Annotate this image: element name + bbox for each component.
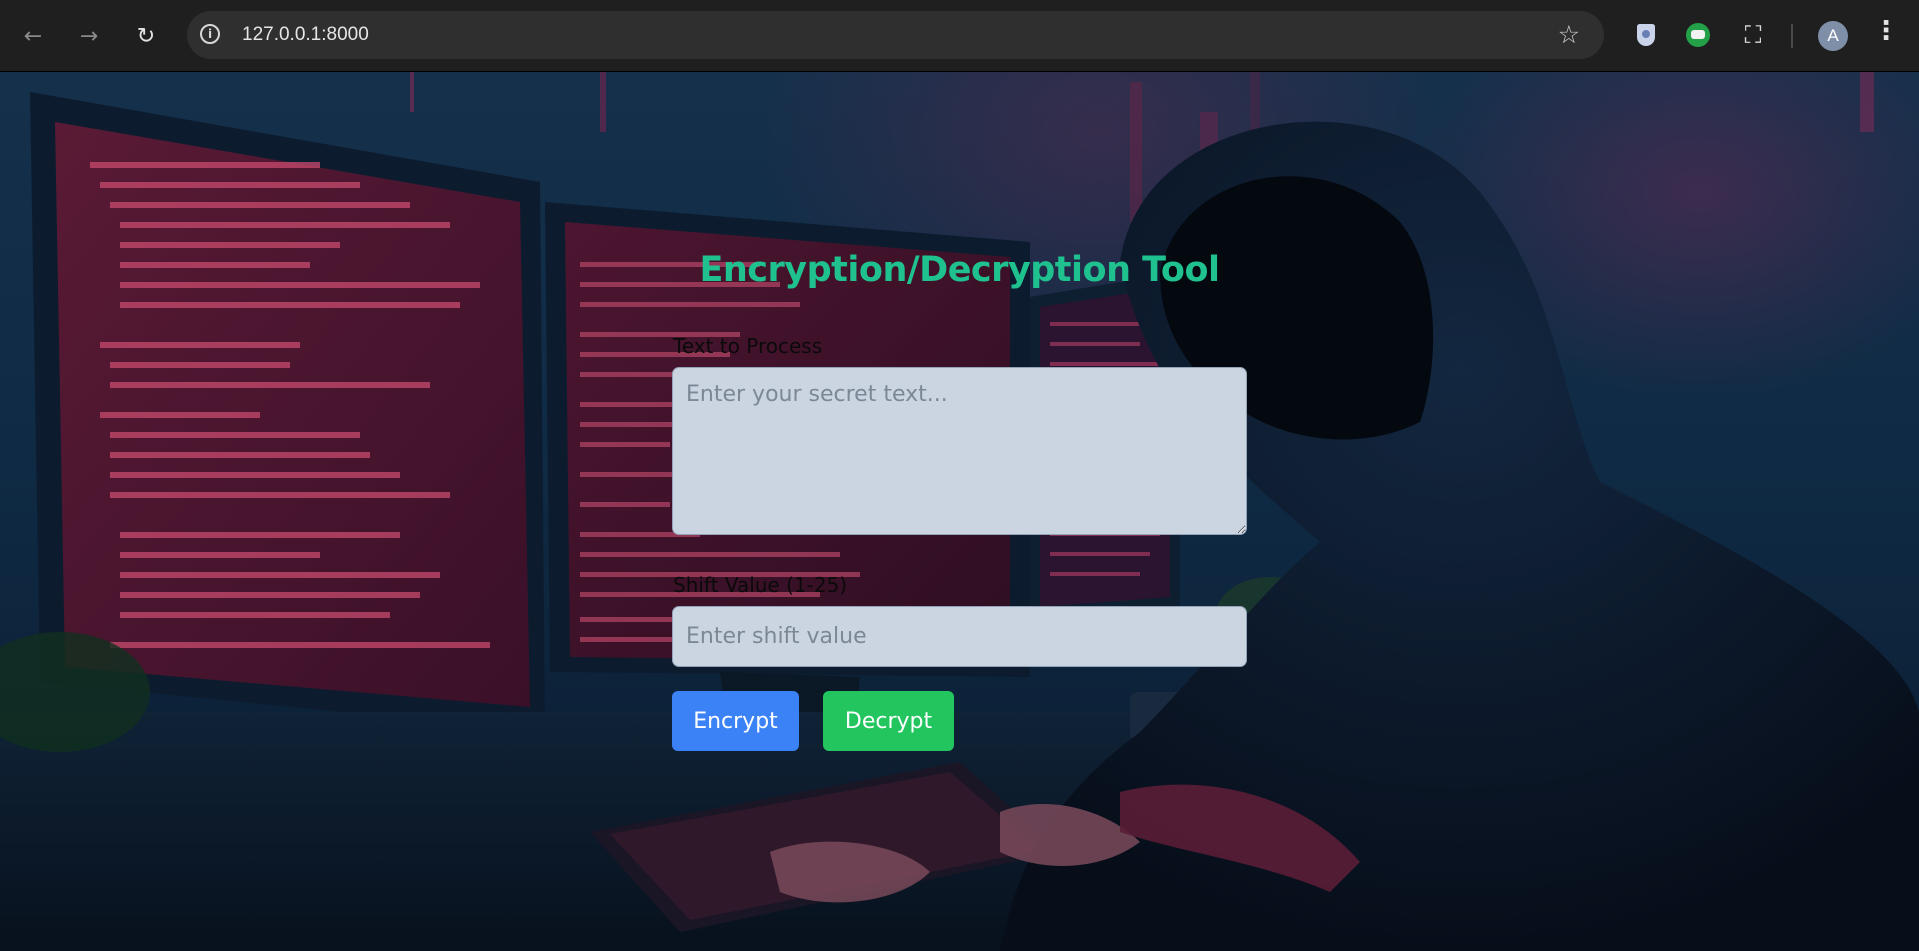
puzzle-icon: ⛶ [1744, 21, 1762, 49]
arrow-left-icon: ← [23, 23, 43, 49]
encrypt-button[interactable]: Encrypt [672, 691, 799, 751]
shift-value-label: Shift Value (1-25) [673, 573, 848, 597]
extension-robot-button[interactable] [1683, 20, 1713, 50]
url-text[interactable]: 127.0.0.1:8000 [242, 24, 369, 46]
decrypt-button[interactable]: Decrypt [823, 691, 954, 751]
reload-icon: ↻ [136, 23, 156, 49]
extensions-button[interactable]: ⛶ [1738, 20, 1768, 50]
reload-button[interactable]: ↻ [128, 18, 164, 54]
toolbar-divider [1791, 24, 1793, 48]
page-viewport: Encryption/Decryption Tool Text to Proce… [0, 72, 1919, 951]
browser-toolbar: ← → ↻ i 127.0.0.1:8000 ☆ ⛶ A ⋮ [0, 0, 1919, 72]
back-button[interactable]: ← [15, 18, 51, 54]
extension-shield-button[interactable] [1631, 20, 1661, 50]
site-info-icon[interactable]: i [200, 24, 220, 44]
app-title: Encryption/Decryption Tool [699, 250, 1220, 290]
address-bar[interactable]: i 127.0.0.1:8000 ☆ [187, 11, 1604, 59]
secret-text-input[interactable] [672, 367, 1247, 535]
arrow-right-icon: → [79, 23, 99, 49]
robot-icon [1686, 23, 1710, 47]
shield-icon [1637, 24, 1655, 46]
kebab-menu-icon[interactable]: ⋮ [1873, 16, 1899, 46]
shift-value-input[interactable] [672, 606, 1247, 667]
bookmark-star-icon[interactable]: ☆ [1558, 20, 1580, 49]
text-to-process-label: Text to Process [673, 334, 823, 358]
forward-button[interactable]: → [71, 18, 107, 54]
profile-avatar[interactable]: A [1818, 21, 1848, 51]
